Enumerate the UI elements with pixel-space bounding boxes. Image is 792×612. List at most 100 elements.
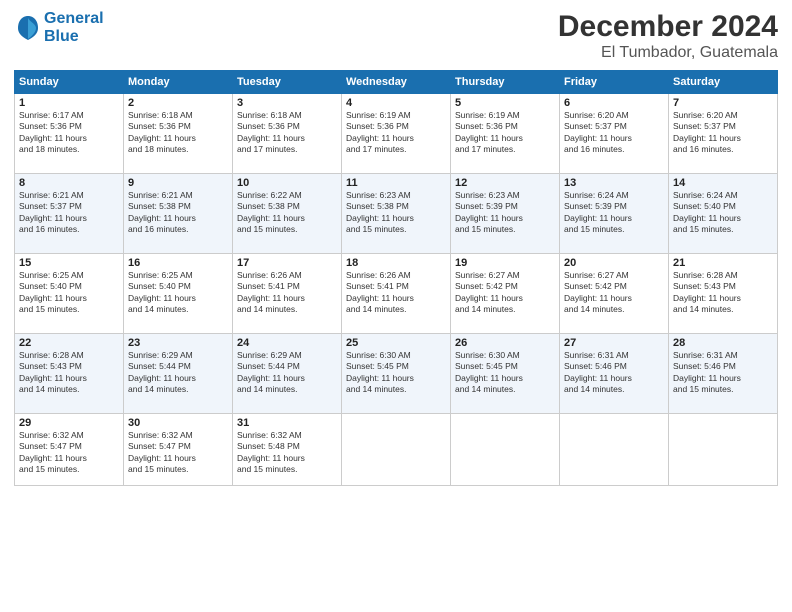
calendar-cell: 7Sunrise: 6:20 AM Sunset: 5:37 PM Daylig…	[669, 94, 778, 174]
day-info: Sunrise: 6:31 AM Sunset: 5:46 PM Dayligh…	[673, 350, 773, 396]
calendar-cell	[342, 414, 451, 486]
day-info: Sunrise: 6:32 AM Sunset: 5:47 PM Dayligh…	[128, 430, 228, 476]
day-info: Sunrise: 6:26 AM Sunset: 5:41 PM Dayligh…	[237, 270, 337, 316]
day-info: Sunrise: 6:20 AM Sunset: 5:37 PM Dayligh…	[564, 110, 664, 156]
day-number: 31	[237, 417, 337, 429]
calendar-cell: 4Sunrise: 6:19 AM Sunset: 5:36 PM Daylig…	[342, 94, 451, 174]
calendar-cell: 27Sunrise: 6:31 AM Sunset: 5:46 PM Dayli…	[560, 334, 669, 414]
day-info: Sunrise: 6:26 AM Sunset: 5:41 PM Dayligh…	[346, 270, 446, 316]
day-info: Sunrise: 6:21 AM Sunset: 5:37 PM Dayligh…	[19, 190, 119, 236]
day-info: Sunrise: 6:23 AM Sunset: 5:38 PM Dayligh…	[346, 190, 446, 236]
page: General Blue December 2024 El Tumbador, …	[0, 0, 792, 612]
day-info: Sunrise: 6:18 AM Sunset: 5:36 PM Dayligh…	[128, 110, 228, 156]
calendar-cell: 23Sunrise: 6:29 AM Sunset: 5:44 PM Dayli…	[124, 334, 233, 414]
day-info: Sunrise: 6:19 AM Sunset: 5:36 PM Dayligh…	[455, 110, 555, 156]
weekday-header-sunday: Sunday	[15, 71, 124, 94]
day-info: Sunrise: 6:32 AM Sunset: 5:48 PM Dayligh…	[237, 430, 337, 476]
logo-text: General Blue	[44, 10, 104, 46]
day-number: 5	[455, 97, 555, 109]
weekday-header-tuesday: Tuesday	[233, 71, 342, 94]
day-info: Sunrise: 6:20 AM Sunset: 5:37 PM Dayligh…	[673, 110, 773, 156]
day-info: Sunrise: 6:27 AM Sunset: 5:42 PM Dayligh…	[564, 270, 664, 316]
calendar-cell: 12Sunrise: 6:23 AM Sunset: 5:39 PM Dayli…	[451, 174, 560, 254]
calendar-cell: 20Sunrise: 6:27 AM Sunset: 5:42 PM Dayli…	[560, 254, 669, 334]
day-number: 26	[455, 337, 555, 349]
calendar-cell: 19Sunrise: 6:27 AM Sunset: 5:42 PM Dayli…	[451, 254, 560, 334]
calendar-week-3: 15Sunrise: 6:25 AM Sunset: 5:40 PM Dayli…	[15, 254, 778, 334]
day-number: 24	[237, 337, 337, 349]
header: General Blue December 2024 El Tumbador, …	[14, 10, 778, 62]
day-info: Sunrise: 6:18 AM Sunset: 5:36 PM Dayligh…	[237, 110, 337, 156]
day-info: Sunrise: 6:22 AM Sunset: 5:38 PM Dayligh…	[237, 190, 337, 236]
calendar-cell: 31Sunrise: 6:32 AM Sunset: 5:48 PM Dayli…	[233, 414, 342, 486]
day-number: 9	[128, 177, 228, 189]
weekday-header-saturday: Saturday	[669, 71, 778, 94]
day-number: 23	[128, 337, 228, 349]
calendar-cell: 9Sunrise: 6:21 AM Sunset: 5:38 PM Daylig…	[124, 174, 233, 254]
day-number: 28	[673, 337, 773, 349]
day-number: 14	[673, 177, 773, 189]
day-number: 29	[19, 417, 119, 429]
calendar-cell: 10Sunrise: 6:22 AM Sunset: 5:38 PM Dayli…	[233, 174, 342, 254]
calendar-cell: 2Sunrise: 6:18 AM Sunset: 5:36 PM Daylig…	[124, 94, 233, 174]
day-info: Sunrise: 6:28 AM Sunset: 5:43 PM Dayligh…	[19, 350, 119, 396]
day-number: 25	[346, 337, 446, 349]
day-number: 7	[673, 97, 773, 109]
calendar-cell: 26Sunrise: 6:30 AM Sunset: 5:45 PM Dayli…	[451, 334, 560, 414]
day-info: Sunrise: 6:23 AM Sunset: 5:39 PM Dayligh…	[455, 190, 555, 236]
calendar-cell: 28Sunrise: 6:31 AM Sunset: 5:46 PM Dayli…	[669, 334, 778, 414]
calendar-week-2: 8Sunrise: 6:21 AM Sunset: 5:37 PM Daylig…	[15, 174, 778, 254]
calendar-cell: 3Sunrise: 6:18 AM Sunset: 5:36 PM Daylig…	[233, 94, 342, 174]
calendar-header-row: SundayMondayTuesdayWednesdayThursdayFrid…	[15, 71, 778, 94]
day-info: Sunrise: 6:27 AM Sunset: 5:42 PM Dayligh…	[455, 270, 555, 316]
calendar-cell: 14Sunrise: 6:24 AM Sunset: 5:40 PM Dayli…	[669, 174, 778, 254]
day-info: Sunrise: 6:24 AM Sunset: 5:39 PM Dayligh…	[564, 190, 664, 236]
calendar-cell	[560, 414, 669, 486]
calendar-cell: 24Sunrise: 6:29 AM Sunset: 5:44 PM Dayli…	[233, 334, 342, 414]
day-info: Sunrise: 6:30 AM Sunset: 5:45 PM Dayligh…	[455, 350, 555, 396]
calendar-cell: 21Sunrise: 6:28 AM Sunset: 5:43 PM Dayli…	[669, 254, 778, 334]
calendar-body: 1Sunrise: 6:17 AM Sunset: 5:36 PM Daylig…	[15, 94, 778, 486]
day-info: Sunrise: 6:24 AM Sunset: 5:40 PM Dayligh…	[673, 190, 773, 236]
day-info: Sunrise: 6:28 AM Sunset: 5:43 PM Dayligh…	[673, 270, 773, 316]
weekday-header-monday: Monday	[124, 71, 233, 94]
day-number: 20	[564, 257, 664, 269]
calendar-cell	[669, 414, 778, 486]
day-info: Sunrise: 6:30 AM Sunset: 5:45 PM Dayligh…	[346, 350, 446, 396]
calendar-cell	[451, 414, 560, 486]
day-number: 16	[128, 257, 228, 269]
day-info: Sunrise: 6:25 AM Sunset: 5:40 PM Dayligh…	[128, 270, 228, 316]
calendar-week-1: 1Sunrise: 6:17 AM Sunset: 5:36 PM Daylig…	[15, 94, 778, 174]
weekday-header-thursday: Thursday	[451, 71, 560, 94]
day-info: Sunrise: 6:19 AM Sunset: 5:36 PM Dayligh…	[346, 110, 446, 156]
weekday-header-friday: Friday	[560, 71, 669, 94]
day-number: 27	[564, 337, 664, 349]
calendar-cell: 8Sunrise: 6:21 AM Sunset: 5:37 PM Daylig…	[15, 174, 124, 254]
calendar-cell: 6Sunrise: 6:20 AM Sunset: 5:37 PM Daylig…	[560, 94, 669, 174]
calendar-cell: 22Sunrise: 6:28 AM Sunset: 5:43 PM Dayli…	[15, 334, 124, 414]
calendar-cell: 29Sunrise: 6:32 AM Sunset: 5:47 PM Dayli…	[15, 414, 124, 486]
day-number: 8	[19, 177, 119, 189]
day-number: 10	[237, 177, 337, 189]
calendar-cell: 17Sunrise: 6:26 AM Sunset: 5:41 PM Dayli…	[233, 254, 342, 334]
day-number: 4	[346, 97, 446, 109]
calendar-table: SundayMondayTuesdayWednesdayThursdayFrid…	[14, 70, 778, 486]
calendar-week-4: 22Sunrise: 6:28 AM Sunset: 5:43 PM Dayli…	[15, 334, 778, 414]
calendar-cell: 15Sunrise: 6:25 AM Sunset: 5:40 PM Dayli…	[15, 254, 124, 334]
title-block: December 2024 El Tumbador, Guatemala	[558, 10, 778, 62]
day-number: 22	[19, 337, 119, 349]
calendar-cell: 5Sunrise: 6:19 AM Sunset: 5:36 PM Daylig…	[451, 94, 560, 174]
day-info: Sunrise: 6:29 AM Sunset: 5:44 PM Dayligh…	[128, 350, 228, 396]
logo-icon	[14, 14, 42, 42]
calendar-cell: 18Sunrise: 6:26 AM Sunset: 5:41 PM Dayli…	[342, 254, 451, 334]
day-number: 21	[673, 257, 773, 269]
day-number: 12	[455, 177, 555, 189]
day-number: 3	[237, 97, 337, 109]
day-number: 6	[564, 97, 664, 109]
calendar-cell: 25Sunrise: 6:30 AM Sunset: 5:45 PM Dayli…	[342, 334, 451, 414]
month-title: December 2024	[558, 10, 778, 44]
day-info: Sunrise: 6:21 AM Sunset: 5:38 PM Dayligh…	[128, 190, 228, 236]
calendar-cell: 11Sunrise: 6:23 AM Sunset: 5:38 PM Dayli…	[342, 174, 451, 254]
calendar-cell: 16Sunrise: 6:25 AM Sunset: 5:40 PM Dayli…	[124, 254, 233, 334]
calendar-week-5: 29 Sunrise: 6:32 AM Sunset: 5:47 PM Dayli…	[15, 414, 778, 486]
